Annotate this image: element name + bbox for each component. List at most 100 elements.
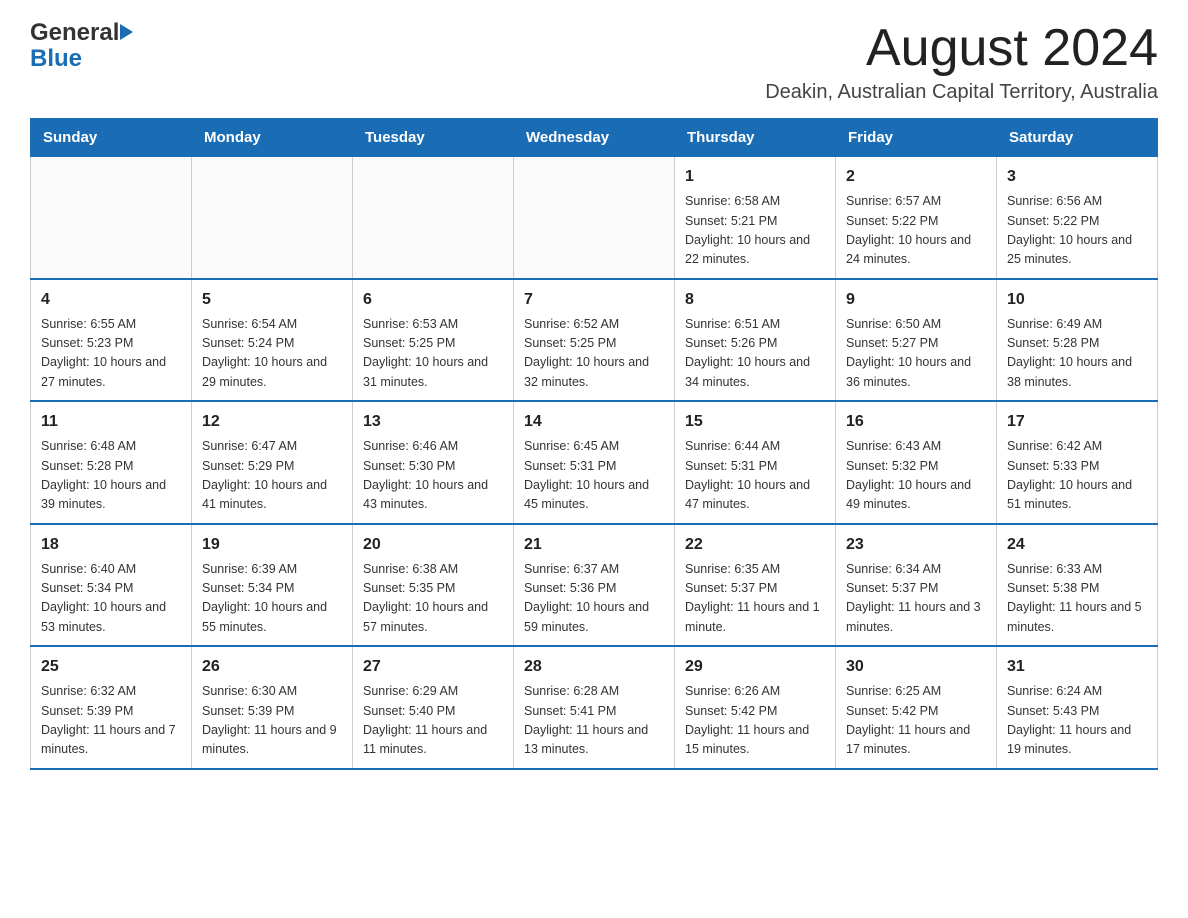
calendar-cell: 22 Sunrise: 6:35 AM Sunset: 5:37 PM Dayli… [675,524,836,647]
day-info: Sunrise: 6:24 AM Sunset: 5:43 PM Dayligh… [1007,682,1147,760]
page-header: General Blue August 2024 Deakin, Austral… [30,20,1158,104]
day-number: 26 [202,655,342,679]
month-title: August 2024 [765,20,1158,77]
calendar-table: SundayMondayTuesdayWednesdayThursdayFrid… [30,118,1158,770]
calendar-cell: 6 Sunrise: 6:53 AM Sunset: 5:25 PM Daylig… [353,279,514,402]
calendar-cell: 19 Sunrise: 6:39 AM Sunset: 5:34 PM Dayli… [192,524,353,647]
calendar-cell: 31 Sunrise: 6:24 AM Sunset: 5:43 PM Dayli… [997,646,1158,769]
day-number: 8 [685,288,825,312]
calendar-week-row: 1Sunrise: 6:58 AM Sunset: 5:21 PM Daylig… [31,157,1158,279]
calendar-cell: 23 Sunrise: 6:34 AM Sunset: 5:37 PM Dayli… [836,524,997,647]
calendar-cell: 8 Sunrise: 6:51 AM Sunset: 5:26 PM Daylig… [675,279,836,402]
day-info: Sunrise: 6:45 AM Sunset: 5:31 PM Dayligh… [524,437,664,515]
day-info: Sunrise: 6:51 AM Sunset: 5:26 PM Dayligh… [685,315,825,393]
calendar-cell: 16Sunrise: 6:43 AM Sunset: 5:32 PM Dayli… [836,401,997,524]
calendar-cell: 21 Sunrise: 6:37 AM Sunset: 5:36 PM Dayli… [514,524,675,647]
calendar-cell: 30 Sunrise: 6:25 AM Sunset: 5:42 PM Dayli… [836,646,997,769]
day-number: 28 [524,655,664,679]
day-info: Sunrise: 6:57 AM Sunset: 5:22 PM Dayligh… [846,192,986,270]
day-info: Sunrise: 6:48 AM Sunset: 5:28 PM Dayligh… [41,437,181,515]
calendar-cell [192,157,353,279]
day-info: Sunrise: 6:42 AM Sunset: 5:33 PM Dayligh… [1007,437,1147,515]
day-info: Sunrise: 6:25 AM Sunset: 5:42 PM Dayligh… [846,682,986,760]
calendar-cell: 3 Sunrise: 6:56 AM Sunset: 5:22 PM Daylig… [997,157,1158,279]
calendar-cell: 27Sunrise: 6:29 AM Sunset: 5:40 PM Dayli… [353,646,514,769]
day-info: Sunrise: 6:56 AM Sunset: 5:22 PM Dayligh… [1007,192,1147,270]
day-number: 15 [685,410,825,434]
calendar-cell: 20 Sunrise: 6:38 AM Sunset: 5:35 PM Dayli… [353,524,514,647]
day-info: Sunrise: 6:46 AM Sunset: 5:30 PM Dayligh… [363,437,503,515]
day-info: Sunrise: 6:37 AM Sunset: 5:36 PM Dayligh… [524,560,664,638]
day-number: 10 [1007,288,1147,312]
logo-general-text: General [30,20,119,46]
calendar-header-thursday: Thursday [675,119,836,157]
calendar-cell: 5Sunrise: 6:54 AM Sunset: 5:24 PM Daylig… [192,279,353,402]
day-info: Sunrise: 6:28 AM Sunset: 5:41 PM Dayligh… [524,682,664,760]
location-title: Deakin, Australian Capital Territory, Au… [765,81,1158,104]
day-info: Sunrise: 6:39 AM Sunset: 5:34 PM Dayligh… [202,560,342,638]
calendar-cell: 9 Sunrise: 6:50 AM Sunset: 5:27 PM Daylig… [836,279,997,402]
calendar-week-row: 25 Sunrise: 6:32 AM Sunset: 5:39 PM Dayli… [31,646,1158,769]
day-info: Sunrise: 6:50 AM Sunset: 5:27 PM Dayligh… [846,315,986,393]
day-number: 21 [524,533,664,557]
day-number: 6 [363,288,503,312]
calendar-cell: 4Sunrise: 6:55 AM Sunset: 5:23 PM Daylig… [31,279,192,402]
day-number: 13 [363,410,503,434]
calendar-header-monday: Monday [192,119,353,157]
day-info: Sunrise: 6:40 AM Sunset: 5:34 PM Dayligh… [41,560,181,638]
day-number: 30 [846,655,986,679]
calendar-cell: 10Sunrise: 6:49 AM Sunset: 5:28 PM Dayli… [997,279,1158,402]
calendar-cell: 12Sunrise: 6:47 AM Sunset: 5:29 PM Dayli… [192,401,353,524]
calendar-cell: 2 Sunrise: 6:57 AM Sunset: 5:22 PM Daylig… [836,157,997,279]
calendar-cell: 17 Sunrise: 6:42 AM Sunset: 5:33 PM Dayli… [997,401,1158,524]
day-info: Sunrise: 6:38 AM Sunset: 5:35 PM Dayligh… [363,560,503,638]
title-section: August 2024 Deakin, Australian Capital T… [765,20,1158,104]
day-number: 9 [846,288,986,312]
calendar-week-row: 4Sunrise: 6:55 AM Sunset: 5:23 PM Daylig… [31,279,1158,402]
logo: General Blue [30,20,133,73]
calendar-cell: 24Sunrise: 6:33 AM Sunset: 5:38 PM Dayli… [997,524,1158,647]
calendar-header-tuesday: Tuesday [353,119,514,157]
calendar-header-row: SundayMondayTuesdayWednesdayThursdayFrid… [31,119,1158,157]
calendar-header-sunday: Sunday [31,119,192,157]
calendar-cell: 26 Sunrise: 6:30 AM Sunset: 5:39 PM Dayli… [192,646,353,769]
day-info: Sunrise: 6:32 AM Sunset: 5:39 PM Dayligh… [41,682,181,760]
day-info: Sunrise: 6:35 AM Sunset: 5:37 PM Dayligh… [685,560,825,638]
day-number: 20 [363,533,503,557]
day-info: Sunrise: 6:43 AM Sunset: 5:32 PM Dayligh… [846,437,986,515]
calendar-cell: 11 Sunrise: 6:48 AM Sunset: 5:28 PM Dayli… [31,401,192,524]
calendar-header-friday: Friday [836,119,997,157]
day-info: Sunrise: 6:29 AM Sunset: 5:40 PM Dayligh… [363,682,503,760]
logo-blue-text: Blue [30,46,82,72]
day-info: Sunrise: 6:33 AM Sunset: 5:38 PM Dayligh… [1007,560,1147,638]
day-info: Sunrise: 6:58 AM Sunset: 5:21 PM Dayligh… [685,192,825,270]
calendar-cell: 25 Sunrise: 6:32 AM Sunset: 5:39 PM Dayli… [31,646,192,769]
day-number: 22 [685,533,825,557]
day-info: Sunrise: 6:34 AM Sunset: 5:37 PM Dayligh… [846,560,986,638]
day-number: 31 [1007,655,1147,679]
day-number: 23 [846,533,986,557]
calendar-cell [31,157,192,279]
calendar-cell: 14Sunrise: 6:45 AM Sunset: 5:31 PM Dayli… [514,401,675,524]
day-info: Sunrise: 6:53 AM Sunset: 5:25 PM Dayligh… [363,315,503,393]
day-number: 12 [202,410,342,434]
day-info: Sunrise: 6:30 AM Sunset: 5:39 PM Dayligh… [202,682,342,760]
day-number: 2 [846,165,986,189]
day-info: Sunrise: 6:54 AM Sunset: 5:24 PM Dayligh… [202,315,342,393]
day-info: Sunrise: 6:52 AM Sunset: 5:25 PM Dayligh… [524,315,664,393]
day-info: Sunrise: 6:55 AM Sunset: 5:23 PM Dayligh… [41,315,181,393]
calendar-cell: 15 Sunrise: 6:44 AM Sunset: 5:31 PM Dayli… [675,401,836,524]
logo-arrow-icon [120,24,133,40]
day-number: 3 [1007,165,1147,189]
day-number: 11 [41,410,181,434]
day-info: Sunrise: 6:44 AM Sunset: 5:31 PM Dayligh… [685,437,825,515]
day-number: 17 [1007,410,1147,434]
day-number: 19 [202,533,342,557]
calendar-cell: 29Sunrise: 6:26 AM Sunset: 5:42 PM Dayli… [675,646,836,769]
calendar-cell [353,157,514,279]
day-number: 7 [524,288,664,312]
calendar-cell: 1Sunrise: 6:58 AM Sunset: 5:21 PM Daylig… [675,157,836,279]
day-number: 25 [41,655,181,679]
calendar-header-saturday: Saturday [997,119,1158,157]
calendar-week-row: 11 Sunrise: 6:48 AM Sunset: 5:28 PM Dayli… [31,401,1158,524]
